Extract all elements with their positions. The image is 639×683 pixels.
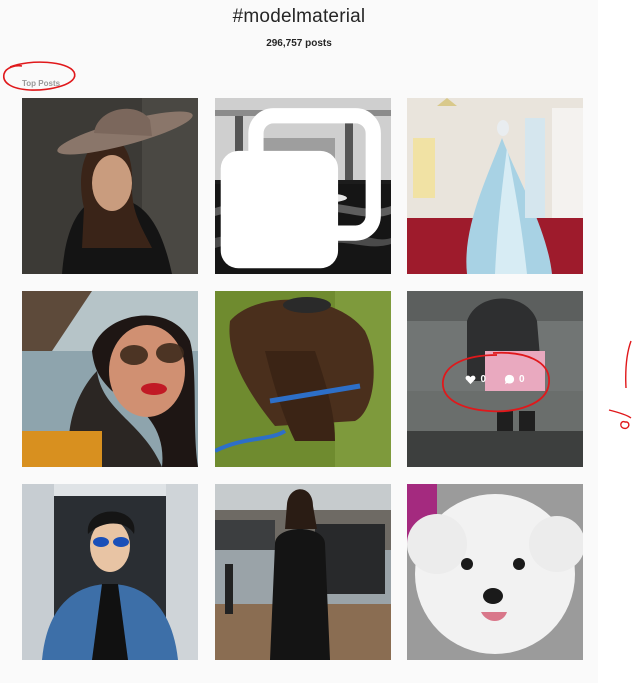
post-image-woman-sunglasses xyxy=(22,291,198,467)
comments-stat: 0 xyxy=(504,374,525,385)
post-image-white-dog xyxy=(407,484,583,660)
post-tile[interactable] xyxy=(215,98,391,274)
post-tile[interactable] xyxy=(22,484,198,660)
post-tile[interactable] xyxy=(22,291,198,467)
post-tile[interactable] xyxy=(22,98,198,274)
post-tile[interactable] xyxy=(407,484,583,660)
post-image-woman-hat xyxy=(22,98,198,274)
heart-icon xyxy=(466,375,476,384)
post-tile[interactable] xyxy=(407,98,583,274)
likes-stat: 0 xyxy=(465,374,486,385)
post-tile[interactable] xyxy=(215,484,391,660)
hashtag-title: #modelmaterial xyxy=(232,6,366,27)
comments-count: 0 xyxy=(519,373,525,385)
post-image-denim-man xyxy=(22,484,198,660)
post-image-pony xyxy=(215,291,391,467)
hover-overlay: 0 0 xyxy=(407,291,583,467)
post-image-street-man xyxy=(215,484,391,660)
comment-icon xyxy=(504,374,515,384)
post-tile[interactable] xyxy=(215,291,391,467)
post-count: 296,757 posts xyxy=(266,38,332,49)
likes-count: 0 xyxy=(480,373,486,385)
top-posts-label: Top Posts xyxy=(22,79,61,88)
post-image-bridal-gown xyxy=(407,98,583,274)
post-tile[interactable]: 0 0 xyxy=(407,291,583,467)
annotation-scribble xyxy=(608,340,632,430)
multiple-photos-icon xyxy=(220,108,381,269)
